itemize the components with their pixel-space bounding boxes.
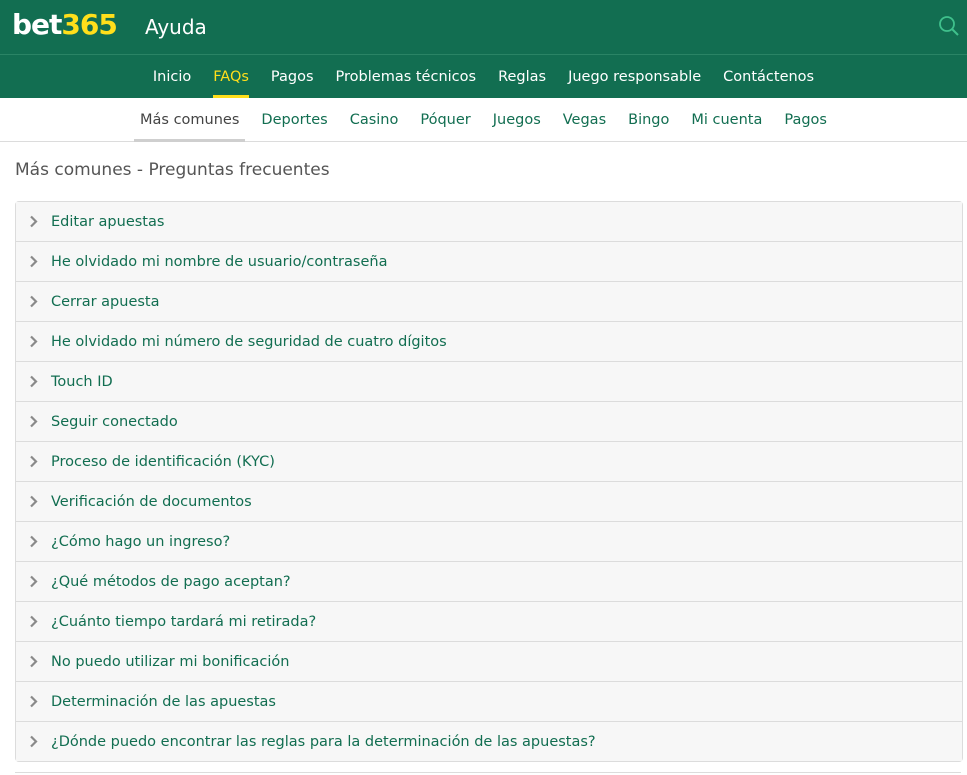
faq-item[interactable]: ¿Qué métodos de pago aceptan? xyxy=(16,562,962,602)
faq-question-label: Determinación de las apuestas xyxy=(51,693,276,710)
sub-nav-tab[interactable]: Juegos xyxy=(482,98,552,141)
faq-item[interactable]: ¿Cómo hago un ingreso? xyxy=(16,522,962,562)
chevron-right-icon xyxy=(29,295,39,308)
faq-question-label: No puedo utilizar mi bonificación xyxy=(51,653,290,670)
chevron-right-icon xyxy=(29,335,39,348)
chevron-right-icon xyxy=(29,455,39,468)
faq-item[interactable]: Proceso de identificación (KYC) xyxy=(16,442,962,482)
search-icon[interactable] xyxy=(937,14,961,38)
chevron-right-icon xyxy=(29,615,39,628)
page-title: Más comunes - Preguntas frecuentes xyxy=(15,160,330,180)
faq-item[interactable]: ¿Cuánto tiempo tardará mi retirada? xyxy=(16,602,962,642)
faq-question-label: Touch ID xyxy=(51,373,113,390)
sub-nav-tab[interactable]: Póquer xyxy=(409,98,481,141)
sub-nav-tab[interactable]: Pagos xyxy=(773,98,838,141)
sub-nav-tab[interactable]: Más comunes xyxy=(129,98,250,142)
bet365-logo[interactable]: bet365 xyxy=(12,8,118,41)
faq-item[interactable]: Cerrar apuesta xyxy=(16,282,962,322)
faq-item[interactable]: Seguir conectado xyxy=(16,402,962,442)
sub-nav: Más comunes Deportes Casino Póquer Juegos Veg… xyxy=(0,98,967,142)
chevron-right-icon xyxy=(29,575,39,588)
faq-item[interactable]: He olvidado mi número de seguridad de cu… xyxy=(16,322,962,362)
chevron-right-icon xyxy=(29,735,39,748)
main-nav-item[interactable]: Juego responsable xyxy=(557,55,712,98)
chevron-right-icon xyxy=(29,415,39,428)
faq-question-label: Proceso de identificación (KYC) xyxy=(51,453,275,470)
faq-question-label: Seguir conectado xyxy=(51,413,178,430)
faq-question-label: He olvidado mi número de seguridad de cu… xyxy=(51,333,447,350)
chevron-right-icon xyxy=(29,535,39,548)
main-nav-item[interactable]: Pagos xyxy=(260,55,325,98)
chevron-right-icon xyxy=(29,495,39,508)
sub-nav-tab[interactable]: Vegas xyxy=(552,98,617,141)
faq-question-label: ¿Dónde puedo encontrar las reglas para l… xyxy=(51,733,596,750)
sub-nav-tab[interactable]: Bingo xyxy=(617,98,680,141)
faq-question-label: Cerrar apuesta xyxy=(51,293,160,310)
faq-question-label: He olvidado mi nombre de usuario/contras… xyxy=(51,253,388,270)
chevron-right-icon xyxy=(29,215,39,228)
faq-item[interactable]: ¿Dónde puedo encontrar las reglas para l… xyxy=(16,722,962,761)
faq-question-label: ¿Cómo hago un ingreso? xyxy=(51,533,231,550)
faq-item[interactable]: He olvidado mi nombre de usuario/contras… xyxy=(16,242,962,282)
faq-question-label: ¿Cuánto tiempo tardará mi retirada? xyxy=(51,613,317,630)
divider xyxy=(15,772,961,773)
faq-item[interactable]: Determinación de las apuestas xyxy=(16,682,962,722)
sub-nav-tab[interactable]: Mi cuenta xyxy=(680,98,773,141)
faq-item[interactable]: No puedo utilizar mi bonificación xyxy=(16,642,962,682)
faq-item[interactable]: Touch ID xyxy=(16,362,962,402)
main-nav-item[interactable]: Problemas técnicos xyxy=(325,55,488,98)
top-header: bet365 Ayuda xyxy=(0,0,967,55)
main-nav-item[interactable]: Reglas xyxy=(487,55,557,98)
main-nav-item[interactable]: FAQs xyxy=(202,55,260,98)
faq-question-label: Verificación de documentos xyxy=(51,493,252,510)
faq-question-label: ¿Qué métodos de pago aceptan? xyxy=(51,573,291,590)
sub-nav-tab[interactable]: Deportes xyxy=(250,98,338,141)
chevron-right-icon xyxy=(29,655,39,668)
main-nav: Inicio FAQs Pagos Problemas técnicos Reglas J… xyxy=(0,55,967,98)
chevron-right-icon xyxy=(29,375,39,388)
faq-item[interactable]: Verificación de documentos xyxy=(16,482,962,522)
faq-list: Editar apuestas He olvidado mi nombre de … xyxy=(15,201,963,762)
chevron-right-icon xyxy=(29,695,39,708)
faq-item[interactable]: Editar apuestas xyxy=(16,202,962,242)
sub-nav-tab[interactable]: Casino xyxy=(339,98,410,141)
main-nav-item[interactable]: Inicio xyxy=(142,55,202,98)
chevron-right-icon xyxy=(29,255,39,268)
help-title: Ayuda xyxy=(145,15,207,39)
main-nav-item[interactable]: Contáctenos xyxy=(712,55,825,98)
faq-question-label: Editar apuestas xyxy=(51,213,165,230)
